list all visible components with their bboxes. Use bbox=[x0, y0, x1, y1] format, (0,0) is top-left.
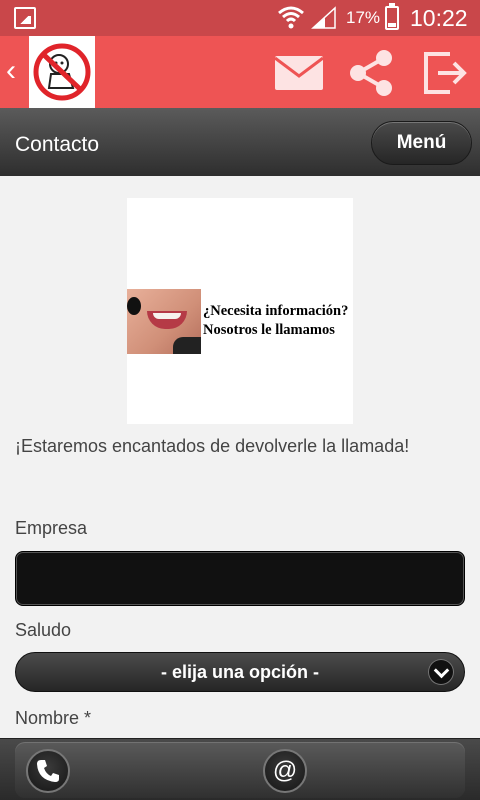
empresa-label: Empresa bbox=[15, 518, 88, 538]
saludo-select[interactable]: - elija una opción - bbox=[15, 652, 465, 692]
empresa-input[interactable] bbox=[15, 551, 465, 606]
banner-line-1: ¿Necesita información? bbox=[203, 303, 349, 319]
bottom-bar: @ bbox=[0, 738, 480, 800]
contact-banner-image: ¿Necesita información? Nosotros le llama… bbox=[127, 198, 353, 424]
bottom-bar-panel: @ bbox=[15, 742, 465, 798]
saludo-label: Saludo bbox=[15, 620, 72, 640]
action-bar: ‹ bbox=[0, 36, 480, 108]
menu-button[interactable]: Menú bbox=[371, 121, 472, 165]
exit-icon[interactable] bbox=[420, 48, 470, 98]
banner-caption: ¿Necesita información? Nosotros le llama… bbox=[203, 302, 348, 340]
mail-icon[interactable] bbox=[274, 48, 324, 98]
wifi-icon bbox=[278, 6, 304, 29]
gallery-notification-icon bbox=[14, 7, 36, 29]
page-title: Contacto bbox=[15, 133, 100, 156]
battery-icon bbox=[385, 3, 399, 30]
clock: 10:22 bbox=[410, 5, 468, 31]
email-button[interactable]: @ bbox=[263, 749, 307, 793]
phone-icon bbox=[37, 760, 59, 782]
app-logo[interactable] bbox=[29, 36, 95, 108]
phone-button[interactable] bbox=[26, 749, 70, 793]
chevron-down-icon bbox=[428, 659, 454, 685]
share-icon[interactable] bbox=[346, 48, 396, 98]
status-bar: 17% 10:22 bbox=[0, 0, 480, 36]
battery-percent: 17% bbox=[346, 8, 381, 27]
intro-text: ¡Estaremos encantados de devolverle la l… bbox=[15, 436, 410, 456]
nombre-label: Nombre * bbox=[15, 708, 92, 728]
back-icon[interactable]: ‹ bbox=[6, 54, 16, 88]
woman-smile-image bbox=[127, 289, 201, 354]
banner-line-2: Nosotros le llamamos bbox=[203, 322, 335, 338]
signal-icon bbox=[311, 6, 336, 29]
page-header: Contacto Menú bbox=[0, 108, 480, 176]
saludo-selected-value: - elija una opción - bbox=[160, 662, 319, 682]
at-icon: @ bbox=[272, 757, 298, 784]
